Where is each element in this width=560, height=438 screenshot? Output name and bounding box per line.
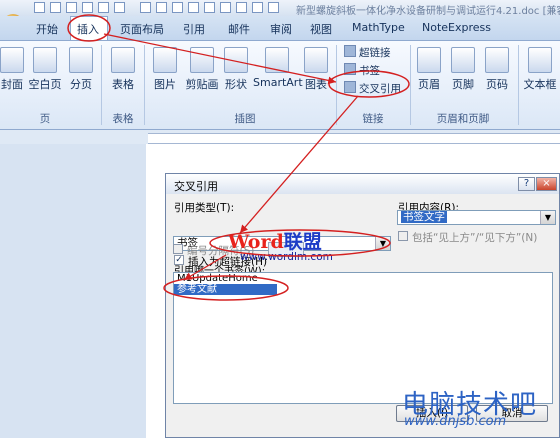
arrow-1 xyxy=(103,33,337,85)
reference-type-highlight-ellipse xyxy=(209,229,391,257)
insert-tab-highlight-ellipse xyxy=(67,14,111,42)
arrow-2 xyxy=(239,95,359,234)
cross-reference-highlight-ellipse xyxy=(328,70,410,98)
annotation-overlay xyxy=(67,14,410,301)
bookmark-highlight-ellipse xyxy=(163,275,289,301)
